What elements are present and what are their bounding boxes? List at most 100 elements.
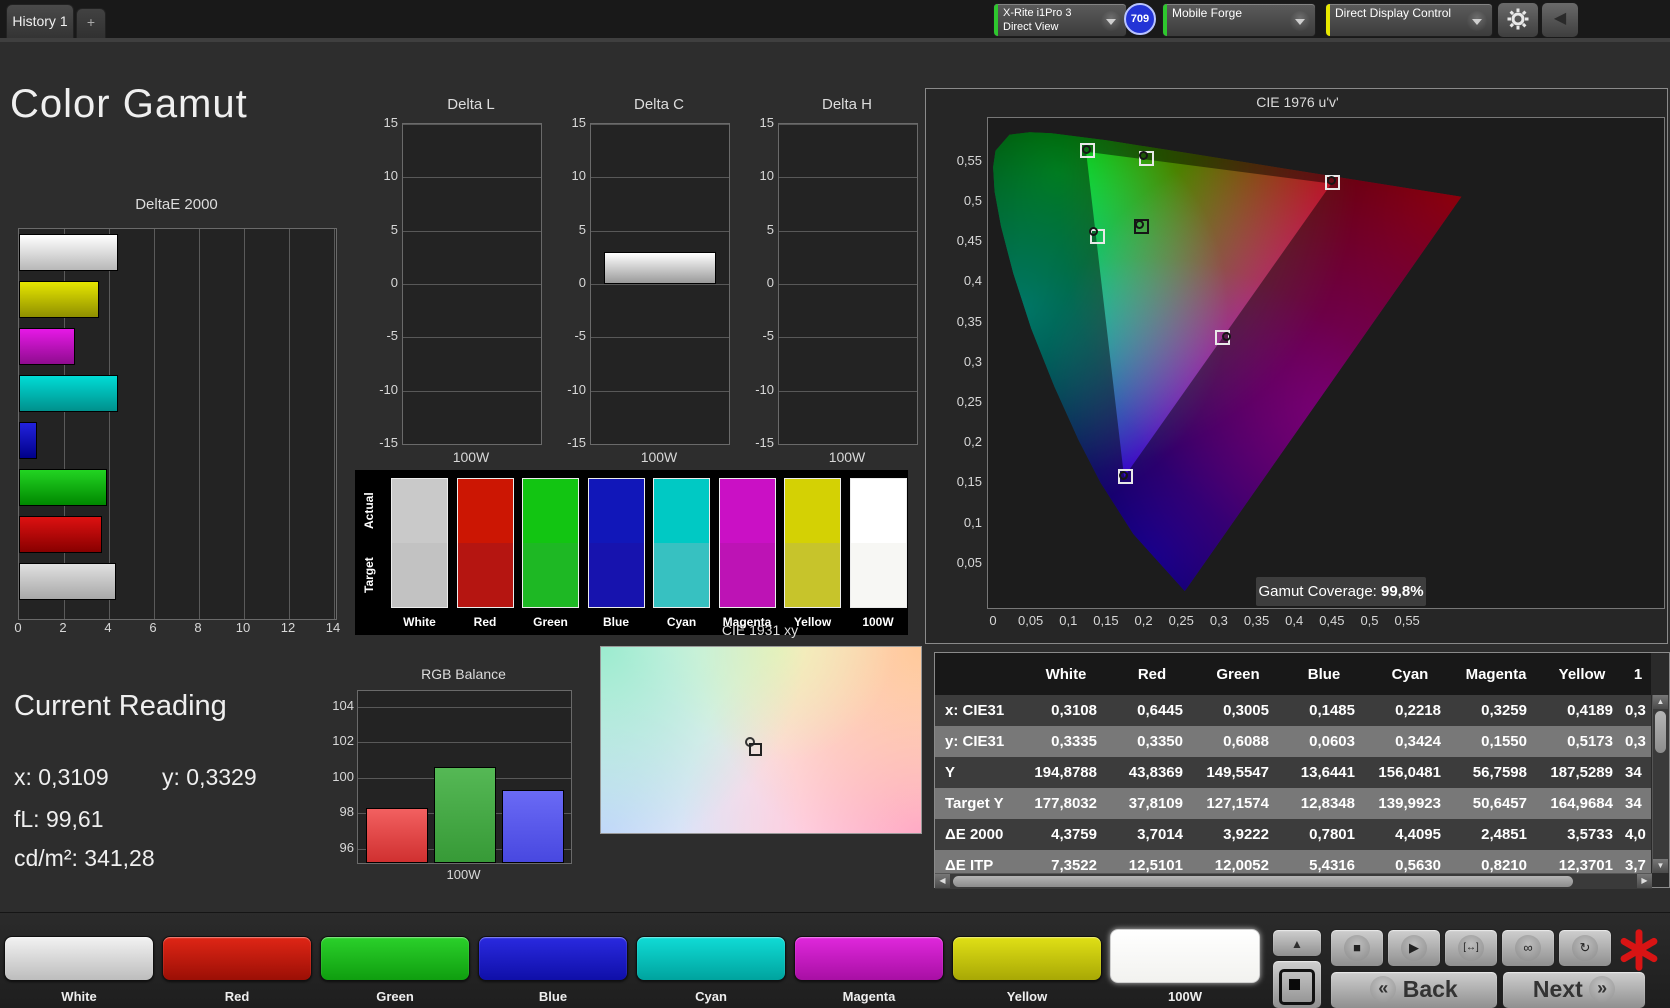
- y-tick-label: 5: [370, 222, 398, 237]
- chart-title: Delta H: [778, 96, 916, 113]
- add-tab-button[interactable]: +: [76, 8, 106, 39]
- stop-icon: ■: [1344, 935, 1370, 961]
- pattern-button-label: 100W: [1110, 989, 1260, 1004]
- rgb-balance-plot-area: [357, 690, 572, 864]
- x-tick-label: 2: [51, 620, 75, 635]
- actual-swatch: [392, 479, 447, 543]
- y-tick-label: 0,3: [944, 354, 982, 369]
- pattern-button-white[interactable]: [4, 936, 154, 981]
- table-cell: 0,5630: [1367, 857, 1453, 873]
- y-tick-label: 10: [746, 168, 774, 183]
- deltae-bar-blue: [19, 422, 37, 459]
- row-label: y: CIE31: [935, 733, 1023, 750]
- scroll-up-icon[interactable]: ▲: [1653, 695, 1668, 709]
- gridline: [779, 231, 917, 232]
- collapse-panel-button[interactable]: ◀: [1541, 2, 1579, 38]
- table-cell: 5,4316: [1281, 857, 1367, 873]
- gridline: [779, 124, 917, 125]
- deltae-x-axis: 02468101214: [18, 620, 348, 636]
- source-dropdown[interactable]: Mobile Forge: [1162, 3, 1316, 37]
- scrollbar-thumb[interactable]: [953, 876, 1573, 887]
- actual-swatch: [785, 479, 840, 543]
- gridline: [591, 391, 729, 392]
- target-swatch: [589, 543, 644, 607]
- back-button[interactable]: « Back: [1330, 971, 1498, 1008]
- actual-swatch: [851, 479, 906, 543]
- meter-dropdown[interactable]: X-Rite i1Pro 3 Direct View: [993, 3, 1127, 37]
- table-cell: 4,3759: [1023, 826, 1109, 843]
- pattern-button-green[interactable]: [320, 936, 470, 981]
- table-cell: 0,3350: [1109, 733, 1195, 750]
- play-button[interactable]: ▶: [1387, 929, 1441, 967]
- y-tick-label: -10: [370, 382, 398, 397]
- table-row: x: CIE310,31080,64450,30050,14850,22180,…: [935, 695, 1651, 726]
- vertical-scrollbar[interactable]: ▲ ▼: [1652, 695, 1669, 873]
- pattern-button-red[interactable]: [162, 936, 312, 981]
- pattern-button-label: Cyan: [636, 989, 786, 1004]
- table-cell: 56,7598: [1453, 764, 1539, 781]
- target-swatch: [392, 543, 447, 607]
- gridline: [591, 284, 729, 285]
- refresh-button[interactable]: ↻: [1558, 929, 1612, 967]
- target-709-badge[interactable]: 709: [1124, 3, 1156, 35]
- pattern-button-100w[interactable]: [1110, 929, 1260, 983]
- table-row: ΔE ITP7,352212,510112,00525,43160,56300,…: [935, 850, 1651, 873]
- horizontal-scrollbar[interactable]: ◀ ▶: [935, 873, 1652, 889]
- settings-button[interactable]: [1497, 2, 1539, 38]
- loop-button[interactable]: ∞: [1501, 929, 1555, 967]
- chevron-down-icon[interactable]: [1467, 11, 1487, 31]
- x-tick-label: 0,3: [1202, 613, 1236, 628]
- deltae-bar-cyan: [19, 375, 118, 412]
- table-cell: 0,3005: [1195, 702, 1281, 719]
- refresh-icon: ↻: [1572, 935, 1598, 961]
- next-button[interactable]: Next »: [1502, 971, 1646, 1008]
- gridline: [289, 229, 290, 619]
- cie-1976-chart: CIE 1976 u'v': [925, 88, 1668, 644]
- pattern-button-label: Red: [162, 989, 312, 1004]
- y-tick-label: 0,55: [944, 153, 982, 168]
- chevron-right-icon: »: [1589, 976, 1615, 1002]
- y-tick-label: -5: [746, 328, 774, 343]
- range-button[interactable]: [↔]: [1444, 929, 1498, 967]
- gridline: [154, 229, 155, 619]
- deltae-plot-area: [18, 228, 337, 620]
- pattern-window-up-button[interactable]: ▲: [1272, 929, 1322, 957]
- column-header: Blue: [1281, 666, 1367, 683]
- column-header-clipped: 1: [1625, 666, 1651, 683]
- pattern-button-cyan[interactable]: [636, 936, 786, 981]
- pattern-window-button[interactable]: [1272, 960, 1322, 1008]
- gridline: [358, 707, 571, 708]
- x-axis-label: 100W: [590, 449, 728, 465]
- meter-name: X-Rite i1Pro 3: [1003, 7, 1071, 19]
- pattern-button-magenta[interactable]: [794, 936, 944, 981]
- pattern-button-blue[interactable]: [478, 936, 628, 981]
- pattern-button-yellow[interactable]: [952, 936, 1102, 981]
- y-tick-label: 0,45: [944, 233, 982, 248]
- chevron-down-icon[interactable]: [1290, 11, 1310, 31]
- chevron-down-icon[interactable]: [1101, 11, 1121, 31]
- stop-button[interactable]: ■: [1330, 929, 1384, 967]
- display-control-dropdown[interactable]: Direct Display Control: [1325, 3, 1493, 37]
- chevron-left-icon: ◀: [1554, 10, 1566, 27]
- x-tick-label: 0,15: [1089, 613, 1123, 628]
- table-cell: 2,4851: [1453, 826, 1539, 843]
- scroll-left-icon[interactable]: ◀: [935, 874, 950, 888]
- x-tick-label: 8: [186, 620, 210, 635]
- scrollbar-thumb[interactable]: [1655, 711, 1666, 753]
- source-status-accent: [1163, 4, 1167, 36]
- tab-history-1[interactable]: History 1: [6, 4, 74, 39]
- y-tick-label: -15: [746, 435, 774, 450]
- table-cell: 0,6445: [1109, 702, 1195, 719]
- y-tick-label: 100: [326, 769, 354, 784]
- x-tick-label: 4: [96, 620, 120, 635]
- x-tick-label: 6: [141, 620, 165, 635]
- scroll-right-icon[interactable]: ▶: [1637, 874, 1652, 888]
- reading-x-value: x: 0,3109: [14, 764, 109, 791]
- alert-asterisk-icon[interactable]: [1616, 927, 1662, 973]
- display-name: Direct Display Control: [1335, 6, 1451, 20]
- table-cell: 0,1485: [1281, 702, 1367, 719]
- toolbar-divider: [0, 38, 1670, 42]
- table-cell-clipped: 0,3: [1625, 733, 1651, 750]
- scroll-down-icon[interactable]: ▼: [1653, 859, 1668, 873]
- table-row: ΔE 20004,37593,70143,92220,78014,40952,4…: [935, 819, 1651, 850]
